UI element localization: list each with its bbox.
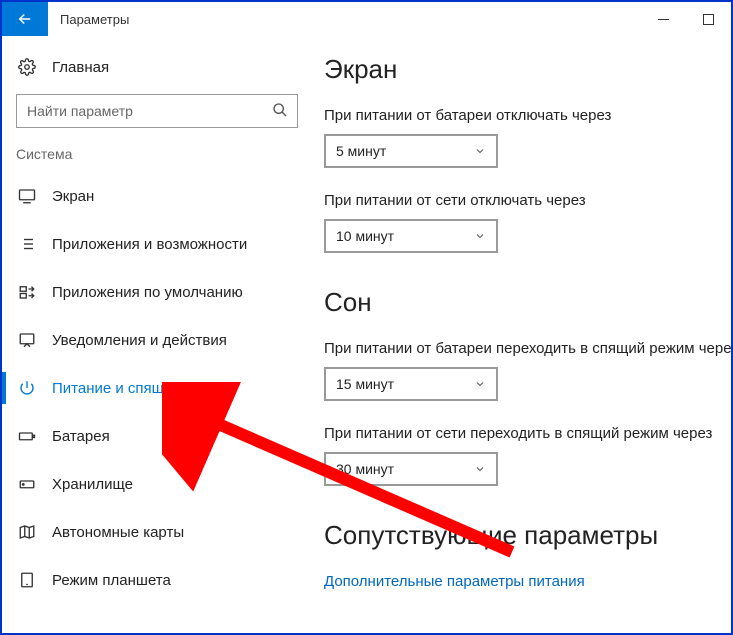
section-heading-sleep: Сон bbox=[324, 287, 731, 318]
home-link[interactable]: Главная bbox=[2, 50, 312, 90]
window-controls bbox=[641, 2, 731, 36]
select-plugged-sleep[interactable]: 30 минут bbox=[324, 452, 498, 486]
link-additional-power-settings[interactable]: Дополнительные параметры питания bbox=[324, 573, 731, 590]
section-heading-screen: Экран bbox=[324, 54, 731, 85]
monitor-icon bbox=[16, 187, 38, 205]
sidebar-item-label: Питание и спящий режим bbox=[52, 380, 230, 397]
chevron-down-icon bbox=[474, 378, 486, 390]
search-container bbox=[16, 94, 298, 128]
label-plugged-sleep: При питании от сети переходить в спящий … bbox=[324, 425, 731, 442]
select-battery-screen-off[interactable]: 5 минут bbox=[324, 134, 498, 168]
select-plugged-screen-off[interactable]: 10 минут bbox=[324, 219, 498, 253]
defaults-icon bbox=[16, 283, 38, 301]
chevron-down-icon bbox=[474, 230, 486, 242]
minimize-button[interactable] bbox=[641, 2, 686, 36]
sidebar-item-storage[interactable]: Хранилище bbox=[2, 460, 312, 508]
select-value: 5 минут bbox=[336, 143, 386, 159]
window-title: Параметры bbox=[48, 2, 641, 36]
back-button[interactable] bbox=[2, 2, 48, 36]
sidebar-item-label: Уведомления и действия bbox=[52, 332, 227, 349]
sidebar-item-power-sleep[interactable]: Питание и спящий режим bbox=[2, 364, 312, 412]
notification-icon bbox=[16, 331, 38, 349]
home-label: Главная bbox=[52, 59, 109, 76]
tablet-icon bbox=[16, 571, 38, 589]
sidebar-item-label: Приложения по умолчанию bbox=[52, 284, 243, 301]
label-battery-screen-off: При питании от батареи отключать через bbox=[324, 107, 731, 124]
sidebar-item-offline-maps[interactable]: Автономные карты bbox=[2, 508, 312, 556]
sidebar-item-battery[interactable]: Батарея bbox=[2, 412, 312, 460]
list-icon bbox=[16, 235, 38, 253]
sidebar-item-label: Батарея bbox=[52, 428, 110, 445]
sidebar-item-apps[interactable]: Приложения и возможности bbox=[2, 220, 312, 268]
search-input[interactable] bbox=[16, 94, 298, 128]
sidebar-item-label: Автономные карты bbox=[52, 524, 184, 541]
chevron-down-icon bbox=[474, 463, 486, 475]
battery-icon bbox=[16, 427, 38, 445]
maximize-button[interactable] bbox=[686, 2, 731, 36]
maximize-icon bbox=[703, 14, 714, 25]
section-heading-related: Сопутствующие параметры bbox=[324, 520, 731, 551]
sidebar-item-label: Приложения и возможности bbox=[52, 236, 247, 253]
gear-icon bbox=[16, 58, 38, 76]
titlebar: Параметры bbox=[2, 2, 731, 36]
sidebar-item-display[interactable]: Экран bbox=[2, 172, 312, 220]
sidebar: Главная Система Экран Приложения и возмо… bbox=[2, 36, 312, 633]
map-icon bbox=[16, 523, 38, 541]
select-value: 15 минут bbox=[336, 376, 394, 392]
label-plugged-screen-off: При питании от сети отключать через bbox=[324, 192, 731, 209]
sidebar-item-tablet-mode[interactable]: Режим планшета bbox=[2, 556, 312, 604]
sidebar-item-notifications[interactable]: Уведомления и действия bbox=[2, 316, 312, 364]
minimize-icon bbox=[658, 14, 669, 25]
category-label: Система bbox=[2, 146, 312, 172]
chevron-down-icon bbox=[474, 145, 486, 157]
sidebar-item-default-apps[interactable]: Приложения по умолчанию bbox=[2, 268, 312, 316]
power-icon bbox=[16, 379, 38, 397]
main-panel: Экран При питании от батареи отключать ч… bbox=[312, 36, 731, 633]
select-battery-sleep[interactable]: 15 минут bbox=[324, 367, 498, 401]
sidebar-item-label: Режим планшета bbox=[52, 572, 171, 589]
select-value: 10 минут bbox=[336, 228, 394, 244]
sidebar-item-label: Экран bbox=[52, 188, 94, 205]
storage-icon bbox=[16, 475, 38, 493]
arrow-left-icon bbox=[16, 10, 34, 28]
label-battery-sleep: При питании от батареи переходить в спящ… bbox=[324, 340, 731, 357]
search-icon bbox=[272, 102, 288, 118]
sidebar-item-label: Хранилище bbox=[52, 476, 133, 493]
select-value: 30 минут bbox=[336, 461, 394, 477]
